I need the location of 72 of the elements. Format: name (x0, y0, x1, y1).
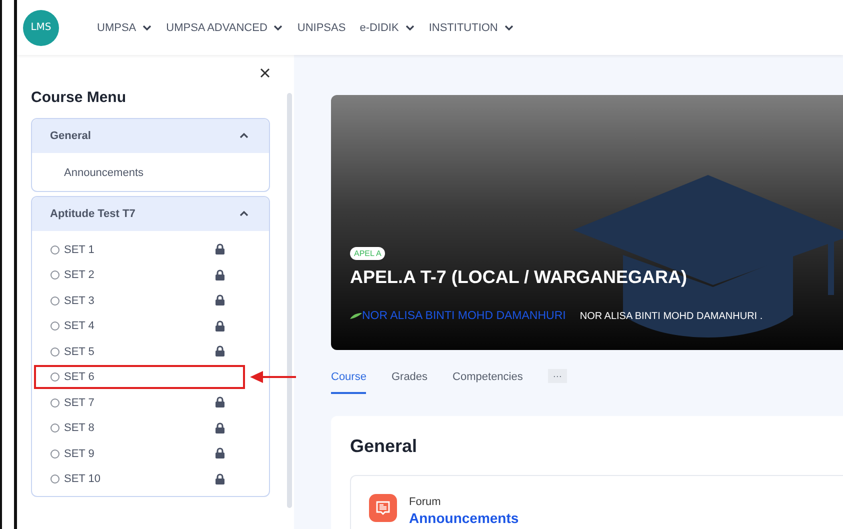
nav-menu-item[interactable]: INSTITUTION (428, 22, 514, 34)
section-header[interactable]: Aptitude Test T7 (32, 197, 269, 231)
circle-icon (50, 270, 60, 280)
lock-icon (215, 396, 225, 408)
chevron-down-icon (404, 22, 415, 32)
chevron-up-icon (239, 209, 249, 219)
course-menu-row[interactable]: SET 8 (32, 416, 269, 441)
circle-icon (50, 346, 60, 357)
circle-icon (50, 296, 60, 306)
course-menu-row[interactable]: Announcements (32, 159, 269, 187)
lock-icon (215, 472, 225, 484)
activity-link[interactable]: Announcements (409, 510, 519, 526)
circle-icon (50, 474, 60, 484)
lock-icon (215, 320, 225, 332)
lock-icon (215, 243, 225, 255)
chevron-up-icon (239, 131, 249, 141)
forum-icon (369, 494, 397, 522)
item-label: SET 2 (64, 269, 94, 282)
course-menu-row[interactable]: SET 3 (32, 288, 269, 314)
course-menu-row[interactable]: SET 4 (32, 314, 269, 339)
chevron-down-icon (504, 22, 514, 32)
item-label: SET 8 (64, 422, 94, 434)
lock-icon (215, 447, 225, 459)
circle-icon (50, 398, 60, 408)
chevron-down-icon (273, 22, 284, 32)
close-icon (260, 68, 270, 78)
item-label: SET 4 (64, 320, 94, 332)
arrow-icon (250, 370, 296, 384)
section-header[interactable]: General (32, 119, 269, 153)
course-tab[interactable]: Course (331, 358, 366, 394)
circle-icon (50, 423, 60, 434)
course-badge: APEL A (350, 247, 386, 260)
drawer-title: Course Menu (31, 89, 128, 106)
course-menu-row[interactable]: SET 2 (32, 262, 269, 288)
section-title[interactable]: Aptitude Test T7 (50, 208, 136, 220)
leaf-icon (350, 313, 362, 319)
item-label: SET 1 (64, 244, 94, 256)
item-label: SET 6 (64, 371, 94, 384)
more-button[interactable]: ··· (548, 369, 567, 383)
chevron-down-icon (142, 22, 152, 32)
item-label: SET 7 (64, 396, 94, 409)
section-heading: General (350, 436, 418, 457)
course-menu-row[interactable]: SET 9 (32, 441, 269, 466)
course-menu-row[interactable]: SET 7 (32, 390, 269, 416)
lock-icon (215, 294, 225, 306)
circle-icon (50, 448, 60, 459)
lock-icon (215, 422, 225, 434)
section-title[interactable]: General (50, 130, 91, 142)
lock-icon (215, 345, 225, 357)
lock-icon (215, 268, 225, 280)
nav-menu-item[interactable]: UMPSA ADVANCED (166, 22, 284, 34)
item-label: SET 5 (64, 346, 94, 358)
item-label: SET 3 (64, 294, 94, 307)
course-menu-row[interactable]: SET 5 (32, 339, 269, 364)
circle-icon (50, 372, 60, 382)
circle-icon (50, 244, 60, 255)
nav-menu-item[interactable]: UMPSA (97, 22, 152, 34)
course-tab[interactable]: Competencies (452, 358, 523, 394)
circle-icon (50, 321, 60, 332)
course-menu-row[interactable]: SET 10 (32, 466, 269, 492)
scrollbar[interactable] (287, 93, 292, 508)
course-tab[interactable]: Grades (391, 358, 428, 394)
nav-menu-item[interactable]: UNIPSAS (297, 22, 346, 34)
course-title: APEL.A T-7 (LOCAL / WARGANEGARA) (350, 267, 687, 288)
item-label: SET 10 (64, 473, 100, 486)
item-label: SET 9 (64, 448, 94, 460)
course-menu-row[interactable]: SET 1 (32, 237, 269, 262)
teacher-name: NOR ALISA BINTI MOHD DAMANHURI . (580, 310, 763, 322)
course-menu-row[interactable]: SET 6 (32, 364, 269, 390)
item-label: Announcements (64, 167, 144, 179)
nav-menu-item[interactable]: e-DIDIK (360, 22, 415, 34)
activity-type: Forum (409, 496, 442, 508)
